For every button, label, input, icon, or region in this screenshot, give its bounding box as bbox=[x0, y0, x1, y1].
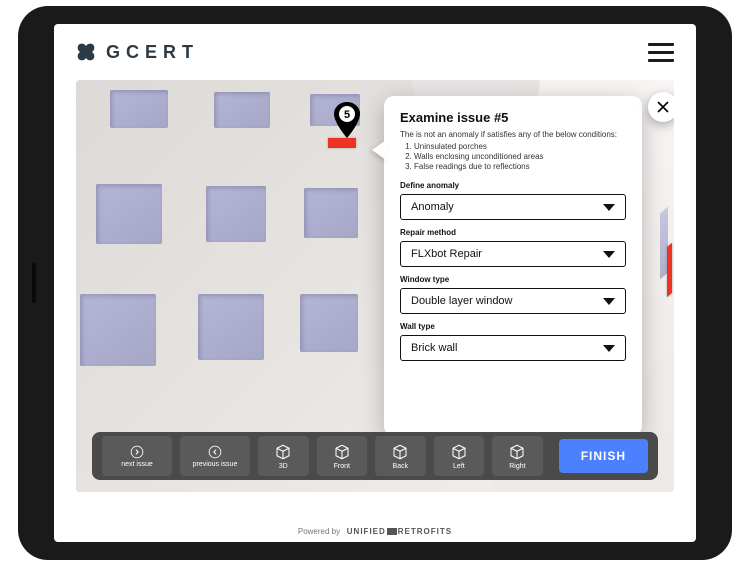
screen: GCERT bbox=[54, 24, 696, 542]
tablet-frame: GCERT bbox=[18, 6, 732, 560]
condition-item: Uninsulated porches bbox=[414, 142, 626, 151]
wall-type-select[interactable]: Brick wall bbox=[400, 335, 626, 361]
view-front-button[interactable]: Front bbox=[317, 436, 368, 476]
condition-item: Walls enclosing unconditioned areas bbox=[414, 152, 626, 161]
brand-name: GCERT bbox=[106, 42, 199, 63]
previous-issue-button[interactable]: previous issue bbox=[180, 436, 250, 476]
issue-pin[interactable]: 5 bbox=[334, 102, 360, 138]
window bbox=[110, 90, 168, 128]
brand: GCERT bbox=[76, 42, 199, 63]
window-type-select[interactable]: Double layer window bbox=[400, 288, 626, 314]
tool-label: Left bbox=[453, 463, 465, 470]
panel-pointer-icon bbox=[372, 140, 386, 160]
cube-icon bbox=[274, 443, 292, 461]
repair-method-select[interactable]: FLXbot Repair bbox=[400, 241, 626, 267]
footer-logo-icon bbox=[387, 528, 397, 535]
finish-button[interactable]: FINISH bbox=[559, 439, 648, 473]
panel-intro: The is not an anomaly if satisfies any o… bbox=[400, 129, 626, 140]
anomaly-marker bbox=[328, 138, 356, 148]
chevron-down-icon bbox=[603, 345, 615, 352]
close-button[interactable] bbox=[648, 92, 674, 122]
chevron-right-circle-icon bbox=[130, 445, 144, 459]
model-viewport[interactable]: 5 Examine issue #5 The is not an anomaly… bbox=[76, 80, 674, 492]
window bbox=[300, 294, 358, 352]
select-value: FLXbot Repair bbox=[411, 248, 482, 260]
footer-company2: RETROFITS bbox=[398, 527, 452, 536]
tool-label: Back bbox=[393, 463, 409, 470]
tool-label: 3D bbox=[279, 463, 288, 470]
chevron-down-icon bbox=[603, 298, 615, 305]
condition-item: False readings due to reflections bbox=[414, 162, 626, 171]
window bbox=[80, 294, 156, 366]
anomaly-marker-side bbox=[667, 243, 672, 297]
tool-label: Front bbox=[334, 463, 350, 470]
view-left-button[interactable]: Left bbox=[434, 436, 485, 476]
window bbox=[214, 92, 270, 128]
window bbox=[206, 186, 266, 242]
field-label: Define anomaly bbox=[400, 181, 626, 190]
chevron-down-icon bbox=[603, 204, 615, 211]
panel-title: Examine issue #5 bbox=[400, 110, 626, 125]
hamburger-icon bbox=[648, 43, 674, 46]
footer-company: UNIFIED bbox=[347, 527, 386, 536]
svg-text:5: 5 bbox=[344, 109, 350, 121]
menu-button[interactable] bbox=[648, 43, 674, 62]
view-right-button[interactable]: Right bbox=[492, 436, 543, 476]
window bbox=[96, 184, 162, 244]
close-icon bbox=[655, 99, 671, 115]
next-issue-button[interactable]: next issue bbox=[102, 436, 172, 476]
select-value: Double layer window bbox=[411, 295, 513, 307]
select-value: Brick wall bbox=[411, 342, 457, 354]
tool-label: next issue bbox=[121, 461, 153, 468]
app-header: GCERT bbox=[54, 24, 696, 80]
view-back-button[interactable]: Back bbox=[375, 436, 426, 476]
tool-label: previous issue bbox=[193, 461, 238, 468]
condition-list: Uninsulated porches Walls enclosing unco… bbox=[400, 142, 626, 171]
select-value: Anomaly bbox=[411, 201, 454, 213]
cube-icon bbox=[450, 443, 468, 461]
view-3d-button[interactable]: 3D bbox=[258, 436, 309, 476]
brand-logo-icon bbox=[76, 42, 96, 62]
field-label: Repair method bbox=[400, 228, 626, 237]
viewport-toolbar: next issue previous issue 3D Front Back bbox=[92, 432, 658, 480]
anomaly-select[interactable]: Anomaly bbox=[400, 194, 626, 220]
chevron-down-icon bbox=[603, 251, 615, 258]
window bbox=[198, 294, 264, 360]
cube-icon bbox=[508, 443, 526, 461]
cube-icon bbox=[391, 443, 409, 461]
issue-panel: Examine issue #5 The is not an anomaly i… bbox=[384, 96, 642, 436]
tool-label: Right bbox=[509, 463, 525, 470]
field-label: Wall type bbox=[400, 322, 626, 331]
cube-icon bbox=[333, 443, 351, 461]
footer: Powered by UNIFIED RETROFITS bbox=[54, 527, 696, 536]
chevron-left-circle-icon bbox=[208, 445, 222, 459]
footer-prefix: Powered by bbox=[298, 527, 340, 536]
window bbox=[304, 188, 358, 238]
map-pin-icon: 5 bbox=[334, 102, 360, 138]
field-label: Window type bbox=[400, 275, 626, 284]
